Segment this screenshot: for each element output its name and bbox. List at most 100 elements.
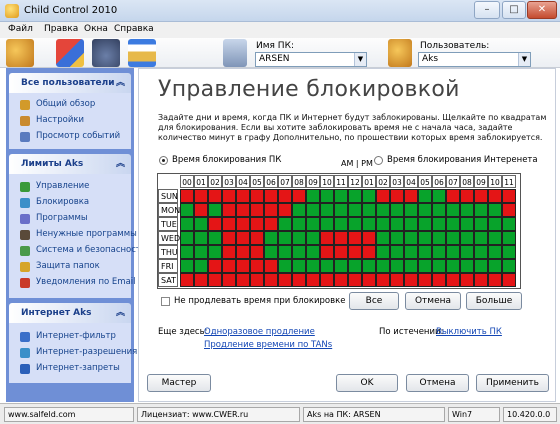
- schedule-cell[interactable]: [362, 189, 376, 203]
- schedule-cell[interactable]: [502, 231, 516, 245]
- schedule-cell[interactable]: [502, 189, 516, 203]
- schedule-cell[interactable]: [474, 245, 488, 259]
- schedule-cell[interactable]: [320, 231, 334, 245]
- schedule-cell[interactable]: [488, 231, 502, 245]
- schedule-cell[interactable]: [208, 203, 222, 217]
- sidebar-item-settings[interactable]: Настройки: [9, 113, 131, 128]
- hour-header[interactable]: 01: [362, 175, 376, 188]
- schedule-cell[interactable]: [264, 259, 278, 273]
- apply-button[interactable]: Применить: [476, 374, 549, 392]
- hour-header[interactable]: 04: [236, 175, 250, 188]
- schedule-cell[interactable]: [236, 259, 250, 273]
- schedule-cell[interactable]: [320, 245, 334, 259]
- schedule-cell[interactable]: [306, 203, 320, 217]
- schedule-cell[interactable]: [418, 259, 432, 273]
- hour-header[interactable]: 10: [488, 175, 502, 188]
- schedule-cell[interactable]: [460, 203, 474, 217]
- schedule-cell[interactable]: [264, 231, 278, 245]
- sidebar-item-programs[interactable]: Программы: [9, 211, 131, 226]
- schedule-cell[interactable]: [362, 203, 376, 217]
- day-label[interactable]: THU: [158, 245, 178, 259]
- schedule-cell[interactable]: [250, 217, 264, 231]
- menu-edit[interactable]: Правка: [44, 24, 78, 34]
- schedule-cell[interactable]: [250, 245, 264, 259]
- schedule-cell[interactable]: [502, 217, 516, 231]
- schedule-cell[interactable]: [236, 245, 250, 259]
- schedule-cell[interactable]: [320, 189, 334, 203]
- section-all-users[interactable]: Все пользователи ︽: [9, 73, 131, 93]
- hour-header[interactable]: 08: [460, 175, 474, 188]
- schedule-cell[interactable]: [264, 245, 278, 259]
- schedule-cell[interactable]: [446, 259, 460, 273]
- schedule-cell[interactable]: [222, 245, 236, 259]
- schedule-cell[interactable]: [418, 217, 432, 231]
- schedule-cell[interactable]: [502, 273, 516, 287]
- no-extend-checkbox[interactable]: [161, 297, 170, 306]
- schedule-cell[interactable]: [180, 231, 194, 245]
- sidebar-item-system[interactable]: Система и безопасность: [9, 243, 146, 258]
- schedule-cell[interactable]: [292, 217, 306, 231]
- schedule-cell[interactable]: [236, 231, 250, 245]
- schedule-cell[interactable]: [208, 231, 222, 245]
- schedule-cell[interactable]: [264, 217, 278, 231]
- schedule-cell[interactable]: [362, 259, 376, 273]
- schedule-cell[interactable]: [502, 203, 516, 217]
- schedule-cell[interactable]: [460, 245, 474, 259]
- schedule-cell[interactable]: [474, 259, 488, 273]
- schedule-cell[interactable]: [418, 189, 432, 203]
- schedule-cell[interactable]: [292, 259, 306, 273]
- schedule-cell[interactable]: [474, 217, 488, 231]
- schedule-cell[interactable]: [194, 231, 208, 245]
- schedule-cell[interactable]: [278, 245, 292, 259]
- schedule-cell[interactable]: [292, 273, 306, 287]
- schedule-cell[interactable]: [488, 245, 502, 259]
- hour-header[interactable]: 12: [348, 175, 362, 188]
- schedule-cell[interactable]: [348, 245, 362, 259]
- schedule-cell[interactable]: [264, 203, 278, 217]
- schedule-cell[interactable]: [208, 273, 222, 287]
- schedule-cell[interactable]: [432, 273, 446, 287]
- schedule-cell[interactable]: [432, 259, 446, 273]
- schedule-cell[interactable]: [418, 203, 432, 217]
- schedule-cell[interactable]: [334, 189, 348, 203]
- schedule-cell[interactable]: [208, 189, 222, 203]
- cancel-grid-button[interactable]: Отмена: [405, 292, 461, 310]
- schedule-cell[interactable]: [502, 259, 516, 273]
- schedule-cell[interactable]: [180, 245, 194, 259]
- schedule-cell[interactable]: [432, 231, 446, 245]
- users-icon[interactable]: [6, 39, 34, 67]
- schedule-cell[interactable]: [446, 189, 460, 203]
- schedule-cell[interactable]: [334, 245, 348, 259]
- schedule-cell[interactable]: [432, 245, 446, 259]
- schedule-cell[interactable]: [376, 273, 390, 287]
- schedule-cell[interactable]: [474, 203, 488, 217]
- schedule-cell[interactable]: [418, 245, 432, 259]
- schedule-cell[interactable]: [306, 217, 320, 231]
- schedule-cell[interactable]: [236, 189, 250, 203]
- schedule-cell[interactable]: [348, 189, 362, 203]
- schedule-cell[interactable]: [306, 259, 320, 273]
- schedule-cell[interactable]: [264, 273, 278, 287]
- schedule-cell[interactable]: [390, 203, 404, 217]
- schedule-cell[interactable]: [222, 203, 236, 217]
- schedule-cell[interactable]: [488, 189, 502, 203]
- schedule-cell[interactable]: [474, 273, 488, 287]
- hour-header[interactable]: 06: [264, 175, 278, 188]
- schedule-cell[interactable]: [348, 203, 362, 217]
- schedule-cell[interactable]: [194, 203, 208, 217]
- schedule-cell[interactable]: [362, 231, 376, 245]
- schedule-cell[interactable]: [390, 273, 404, 287]
- hour-header[interactable]: 07: [446, 175, 460, 188]
- hour-header[interactable]: 05: [418, 175, 432, 188]
- hour-header[interactable]: 11: [334, 175, 348, 188]
- schedule-cell[interactable]: [194, 273, 208, 287]
- schedule-cell[interactable]: [334, 203, 348, 217]
- hour-header[interactable]: 09: [474, 175, 488, 188]
- schedule-cell[interactable]: [376, 203, 390, 217]
- schedule-cell[interactable]: [390, 217, 404, 231]
- schedule-cell[interactable]: [264, 189, 278, 203]
- menu-file[interactable]: Файл: [8, 24, 33, 34]
- schedule-cell[interactable]: [362, 273, 376, 287]
- schedule-cell[interactable]: [432, 203, 446, 217]
- sidebar-item-email[interactable]: Уведомления по Email: [9, 275, 136, 290]
